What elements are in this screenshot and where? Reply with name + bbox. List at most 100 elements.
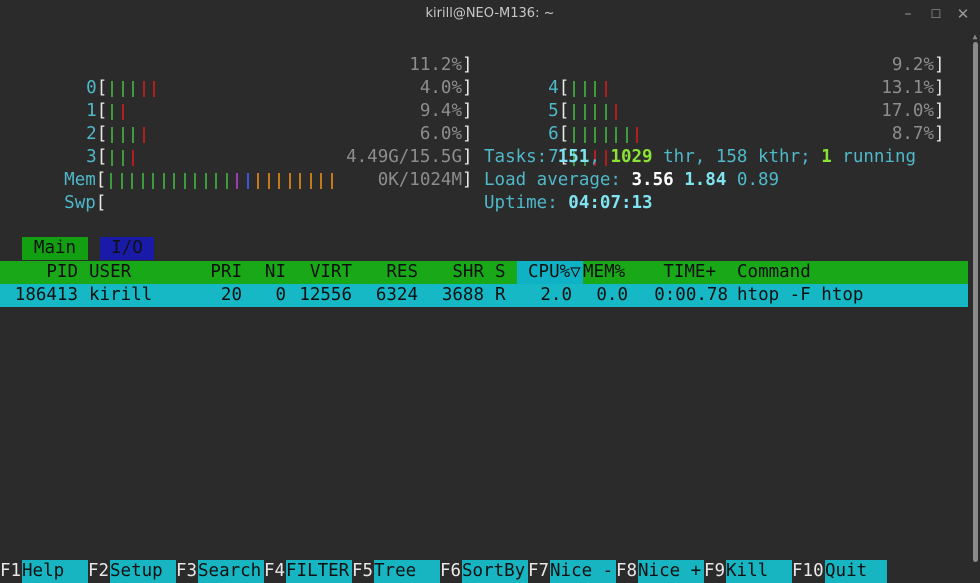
meter-bar-segment bbox=[274, 169, 285, 192]
meter-bar-segment bbox=[128, 77, 139, 100]
meter-bar-segment bbox=[127, 169, 138, 192]
meter-bar-segment bbox=[106, 169, 117, 192]
tasks-sep: , bbox=[589, 147, 611, 167]
cpu-meter-4: 4[ bbox=[506, 54, 611, 98]
tab-main[interactable]: Main bbox=[22, 237, 88, 260]
fkey-f1[interactable]: F1 bbox=[0, 560, 21, 583]
process-state: R bbox=[495, 285, 506, 305]
scroll-up-icon[interactable]: ▲ bbox=[970, 32, 980, 41]
fkey-nice-minus[interactable]: Nice - bbox=[550, 560, 616, 583]
process-cpu: 2.0 bbox=[540, 285, 572, 305]
column-command[interactable]: Command bbox=[737, 261, 811, 284]
column-user[interactable]: USER bbox=[89, 261, 131, 284]
fkey-f10[interactable]: F10 bbox=[792, 560, 824, 583]
cpu-percent-1: 4.0% bbox=[419, 78, 462, 98]
cpu-bracket-close: ] bbox=[462, 101, 473, 121]
meter-bar-segment bbox=[264, 169, 275, 192]
process-time: 0:00.78 bbox=[654, 285, 728, 305]
meter-bar-segment bbox=[232, 169, 243, 192]
fkey-f3[interactable]: F3 bbox=[176, 560, 197, 583]
fkey-f2[interactable]: F2 bbox=[88, 560, 109, 583]
swp-meter: Swp[ bbox=[64, 193, 107, 213]
cpu-bracket-close: ] bbox=[934, 55, 945, 75]
mem-bars bbox=[106, 169, 337, 192]
close-icon[interactable]: ✕ bbox=[952, 3, 974, 25]
cpu-bracket-close: ] bbox=[462, 55, 473, 75]
fkey-help[interactable]: Help bbox=[22, 560, 88, 583]
cpu-meter-3: 3[ bbox=[44, 123, 139, 167]
column-virt[interactable]: VIRT bbox=[296, 261, 352, 284]
meter-bar-segment bbox=[622, 123, 633, 146]
meter-bar-segment bbox=[139, 123, 150, 146]
meter-bar-segment bbox=[139, 77, 150, 100]
cpu-meter-1: 1[ bbox=[44, 77, 128, 121]
threads-count: 1029 bbox=[610, 147, 653, 167]
process-user: kirill bbox=[89, 285, 153, 305]
fkey-f4[interactable]: F4 bbox=[264, 560, 285, 583]
scrollbar-thumb[interactable] bbox=[973, 42, 978, 562]
tasks-count: 151 bbox=[557, 147, 590, 167]
cpu-bracket-close: ] bbox=[934, 124, 945, 144]
cpu-percent-5: 13.1% bbox=[881, 78, 934, 98]
column-time[interactable]: TIME+ bbox=[636, 261, 716, 284]
meter-bar-segment bbox=[211, 169, 222, 192]
meter-bar-segment bbox=[632, 123, 643, 146]
meter-bar-segment bbox=[222, 169, 233, 192]
fkey-filter[interactable]: FILTER bbox=[286, 560, 352, 583]
terminal-area[interactable]: 0[ 1[ 2[ 3[ 11.2% 4.0% 9.4% 6.0% ] ] ] ]… bbox=[0, 30, 968, 583]
cpu-bracket-close: ] bbox=[462, 124, 473, 144]
fkey-sortby[interactable]: SortBy bbox=[462, 560, 528, 583]
column-mem[interactable]: MEM% bbox=[583, 261, 625, 284]
tab-io[interactable]: I/O bbox=[100, 237, 154, 260]
cpu-meter-2: 2[ bbox=[44, 100, 149, 144]
thr-label: thr, bbox=[652, 147, 716, 167]
maximize-icon[interactable]: ☐ bbox=[925, 3, 947, 25]
meter-bar-segment bbox=[148, 169, 159, 192]
swp-value: 0K/1024M bbox=[377, 170, 462, 190]
fkey-f9[interactable]: F9 bbox=[704, 560, 725, 583]
meter-bar-segment bbox=[138, 169, 149, 192]
column-shr[interactable]: SHR bbox=[428, 261, 484, 284]
process-shr: 3688 bbox=[441, 285, 484, 305]
fkey-f8[interactable]: F8 bbox=[616, 560, 637, 583]
cpu-percent-0: 11.2% bbox=[409, 55, 462, 75]
meter-bar-segment bbox=[169, 169, 180, 192]
tasks-label: Tasks: bbox=[484, 147, 558, 167]
cpu-meter-7: 7[ bbox=[506, 123, 611, 167]
meter-bar-segment bbox=[190, 169, 201, 192]
fkey-kill[interactable]: Kill bbox=[726, 560, 792, 583]
column-res[interactable]: RES bbox=[362, 261, 418, 284]
cpu-meter-5: 5[ bbox=[506, 77, 622, 121]
load-average-line: Load average: 3.56 1.84 0.89 bbox=[484, 169, 779, 192]
column-s[interactable]: S bbox=[495, 261, 506, 284]
function-key-bar: F1 Help F2 Setup F3 Search F4 FILTER F5 … bbox=[0, 560, 968, 583]
fkey-f5[interactable]: F5 bbox=[352, 560, 373, 583]
process-pri: 20 bbox=[220, 285, 242, 305]
meter-bar-segment bbox=[253, 169, 264, 192]
column-cpu[interactable]: CPU%▽ bbox=[528, 261, 581, 284]
process-command: htop -F htop bbox=[737, 285, 864, 305]
column-ni[interactable]: NI bbox=[256, 261, 286, 284]
cpu-meter-0: 0[ bbox=[44, 54, 160, 98]
fkey-setup[interactable]: Setup bbox=[110, 560, 176, 583]
load-15: 0.89 bbox=[736, 170, 780, 190]
process-virt: 12556 bbox=[299, 285, 352, 305]
meter-bar-segment bbox=[201, 169, 212, 192]
running-label: running bbox=[831, 147, 917, 167]
uptime-line: Uptime: 04:07:13 bbox=[484, 192, 653, 215]
minimize-icon[interactable]: – bbox=[897, 3, 919, 25]
fkey-f6[interactable]: F6 bbox=[440, 560, 461, 583]
column-pid[interactable]: PID bbox=[0, 261, 78, 284]
cpu-percent-7: 8.7% bbox=[891, 124, 934, 144]
fkey-f7[interactable]: F7 bbox=[528, 560, 549, 583]
process-row[interactable]: 186413 kirill 20 0 12556 6324 3688 R 2.0… bbox=[0, 284, 968, 307]
scrollbar[interactable]: ▲ bbox=[970, 30, 980, 583]
meter-bar-segment bbox=[159, 169, 170, 192]
fkey-quit[interactable]: Quit bbox=[825, 560, 887, 583]
fkey-tree[interactable]: Tree bbox=[374, 560, 440, 583]
process-res: 6324 bbox=[375, 285, 418, 305]
load-1: 3.56 bbox=[631, 170, 674, 190]
fkey-search[interactable]: Search bbox=[198, 560, 264, 583]
fkey-nice-plus[interactable]: Nice + bbox=[638, 560, 704, 583]
column-pri[interactable]: PRI bbox=[200, 261, 242, 284]
